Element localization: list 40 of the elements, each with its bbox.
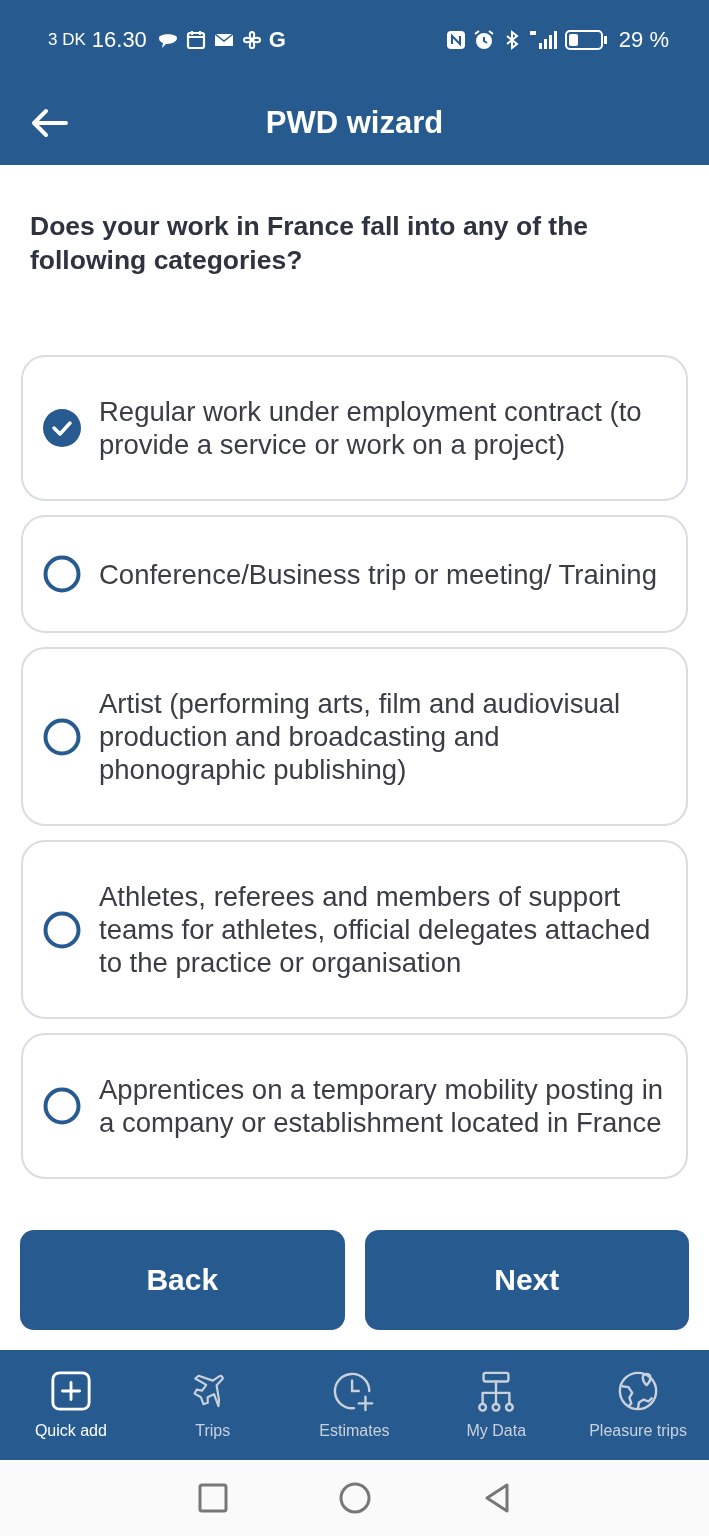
globe-pin-icon bbox=[617, 1370, 660, 1412]
radio-icon[interactable] bbox=[43, 555, 81, 593]
option-card[interactable]: Conference/Business trip or meeting/ Training bbox=[21, 515, 688, 633]
option-card[interactable]: Athletes, referees and members of support teams for athletes, official delegates attached to the practice or organisation bbox=[21, 840, 688, 1019]
back-arrow-icon[interactable] bbox=[30, 107, 68, 138]
nfc-icon bbox=[444, 29, 467, 51]
status-text: 3 DK bbox=[48, 30, 86, 50]
option-card[interactable]: Regular work under employment contract (to provide a service or work on a project) bbox=[21, 355, 688, 501]
screen-title: PWD wizard bbox=[264, 104, 445, 141]
calendar-icon bbox=[184, 29, 207, 51]
pinwheel-icon bbox=[240, 29, 263, 51]
clock-plus-icon bbox=[333, 1370, 376, 1412]
bottom-nav-item[interactable]: Trips bbox=[141, 1350, 284, 1460]
clock-time: 16.30 bbox=[91, 27, 147, 53]
option-label: Apprentices on a temporary mobility posting in a company or establishment located in France bbox=[99, 1073, 665, 1139]
radio-icon[interactable] bbox=[43, 910, 81, 949]
home-icon[interactable] bbox=[338, 1482, 371, 1514]
battery-icon bbox=[564, 29, 609, 51]
option-label: Artist (performing arts, film and audiovisual production and broadcasting and phonographic publishing) bbox=[99, 687, 622, 786]
checked-radio-icon[interactable] bbox=[43, 409, 81, 447]
bottom-nav-item[interactable]: Estimates bbox=[283, 1350, 426, 1460]
alarm-icon bbox=[472, 29, 495, 51]
option-label: Athletes, referees and members of support teams for athletes, official delegates attached to the practice or organisation bbox=[99, 880, 652, 979]
option-card[interactable]: Artist (performing arts, film and audiovisual production and broadcasting and phonographic publishing) bbox=[21, 647, 688, 826]
option-label: Conference/Business trip or meeting/ Training bbox=[99, 557, 657, 591]
question-text: Does your work in France fall into any of the following categories? bbox=[30, 210, 590, 277]
nav-button[interactable]: Back bbox=[20, 1230, 345, 1330]
recents-icon[interactable] bbox=[196, 1482, 229, 1514]
plus-square-icon bbox=[49, 1370, 92, 1412]
option-label: Regular work under employment contract (to provide a service or work on a project) bbox=[99, 395, 643, 461]
bottom-nav-item[interactable]: My Data bbox=[425, 1350, 568, 1460]
app-letter: G bbox=[268, 27, 286, 53]
option-card[interactable]: Apprentices on a temporary mobility posting in a company or establishment located in France bbox=[21, 1033, 688, 1179]
battery-percent: 29 % bbox=[618, 27, 669, 53]
radio-icon[interactable] bbox=[43, 1087, 81, 1125]
bottom-nav-item[interactable]: Pleasure trips bbox=[567, 1350, 709, 1460]
radio-icon[interactable] bbox=[43, 717, 81, 756]
signal-icon bbox=[528, 29, 559, 51]
bottom-nav-item[interactable]: Quick add bbox=[0, 1350, 142, 1460]
nav-button[interactable]: Next bbox=[364, 1230, 689, 1330]
